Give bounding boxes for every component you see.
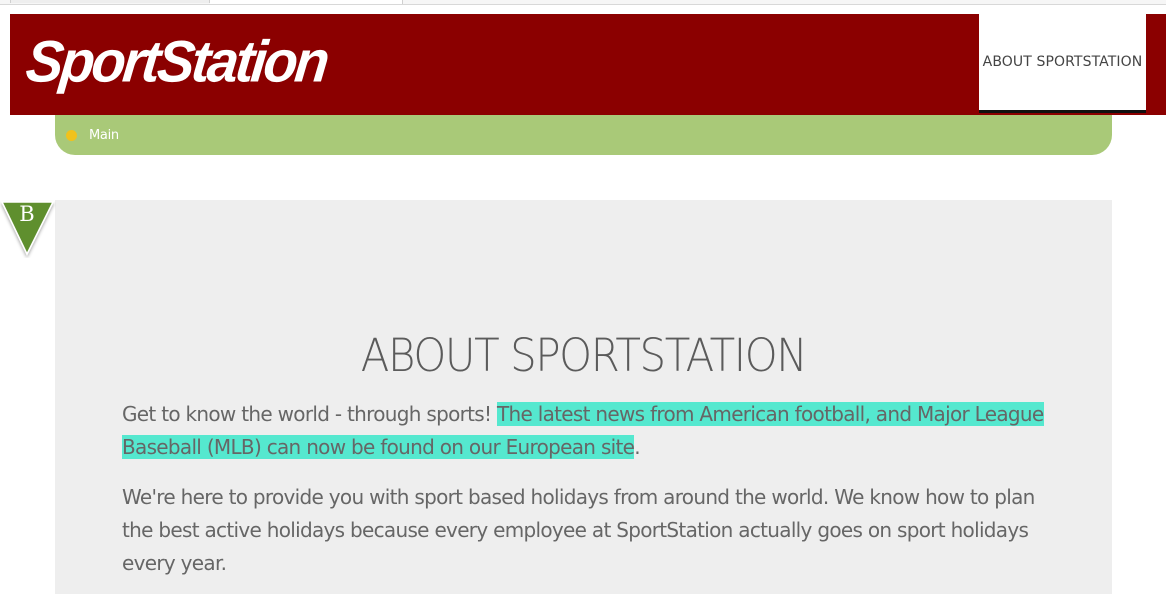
dot-icon <box>66 129 77 141</box>
browser-tab-strip <box>0 0 1166 5</box>
breadcrumb-item-main[interactable]: Main <box>89 128 119 143</box>
intro-paragraph: Get to know the world - through sports! … <box>122 398 1052 464</box>
breadcrumb: Main <box>55 115 1112 155</box>
site-logo[interactable]: SportStation <box>23 28 330 95</box>
browser-tab[interactable] <box>10 0 210 3</box>
body-paragraph: We're here to provide you with sport bas… <box>122 485 1035 575</box>
intro-text: Get to know the world - through sports! <box>122 402 497 426</box>
page-title: ABOUT SPORTSTATION <box>360 329 808 383</box>
marker-letter: B <box>19 202 35 226</box>
intro-end: . <box>634 435 640 459</box>
site-header: SportStation ABOUT SPORTSTATION <box>10 14 1166 115</box>
nav-about-sportstation[interactable]: ABOUT SPORTSTATION <box>979 14 1146 113</box>
browser-tab-active[interactable] <box>210 0 403 4</box>
